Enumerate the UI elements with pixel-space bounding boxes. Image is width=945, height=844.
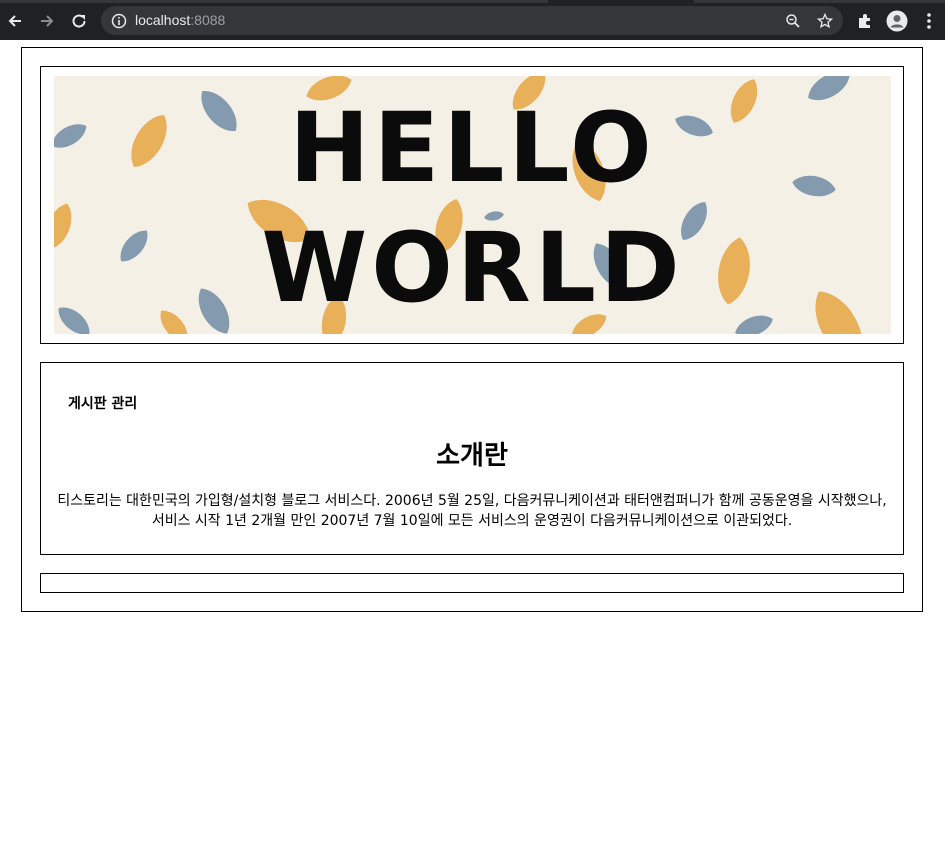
hello-world-banner: HELLO WORLD bbox=[54, 76, 891, 334]
forward-button[interactable] bbox=[35, 9, 59, 33]
intro-title: 소개란 bbox=[436, 441, 508, 471]
board-management-link[interactable]: 게시판 관리 bbox=[68, 393, 137, 413]
header-section: HELLO WORLD bbox=[40, 66, 904, 344]
tab-strip bbox=[0, 0, 945, 3]
intro-section: 게시판 관리 소개란 티스토리는 대한민국의 가입형/설치형 블로그 서비스다.… bbox=[40, 362, 904, 555]
info-icon[interactable] bbox=[109, 11, 129, 31]
puzzle-icon bbox=[859, 14, 870, 28]
reload-button[interactable] bbox=[67, 9, 91, 33]
zoom-icon[interactable] bbox=[783, 11, 803, 31]
back-button[interactable] bbox=[3, 9, 27, 33]
page-container: HELLO WORLD 게시판 관리 소개란 티스토리는 대한민국의 가입형/설… bbox=[21, 47, 923, 612]
browser-toolbar: localhost:8088 bbox=[0, 0, 945, 40]
intro-body-line-2: 서비스 시작 1년 2개월 만인 2007년 7월 10일에 모든 서비스의 운… bbox=[151, 513, 793, 529]
avatar-icon bbox=[886, 10, 908, 32]
intro-body: 티스토리는 대한민국의 가입형/설치형 블로그 서비스다. 2006년 5월 2… bbox=[51, 491, 893, 531]
arrow-left-icon bbox=[8, 15, 21, 27]
footer-section bbox=[40, 573, 904, 593]
more-vert-icon bbox=[927, 13, 931, 29]
menu-button[interactable] bbox=[917, 9, 941, 33]
intro-body-line-1: 티스토리는 대한민국의 가입형/설치형 블로그 서비스다. 2006년 5월 2… bbox=[57, 493, 887, 509]
url-text[interactable]: localhost:8088 bbox=[135, 12, 225, 28]
reload-icon bbox=[72, 14, 86, 28]
profile-button[interactable] bbox=[885, 9, 909, 33]
banner-line-2: WORLD bbox=[261, 212, 684, 324]
url-host: localhost bbox=[135, 12, 191, 28]
extensions-button[interactable] bbox=[853, 9, 877, 33]
address-bar[interactable]: localhost:8088 bbox=[101, 6, 843, 35]
bookmark-star-icon[interactable] bbox=[815, 11, 835, 31]
banner-line-1: HELLO bbox=[289, 92, 656, 204]
active-tab[interactable] bbox=[548, 0, 694, 3]
arrow-right-icon bbox=[41, 15, 54, 27]
url-port: :8088 bbox=[190, 12, 226, 28]
